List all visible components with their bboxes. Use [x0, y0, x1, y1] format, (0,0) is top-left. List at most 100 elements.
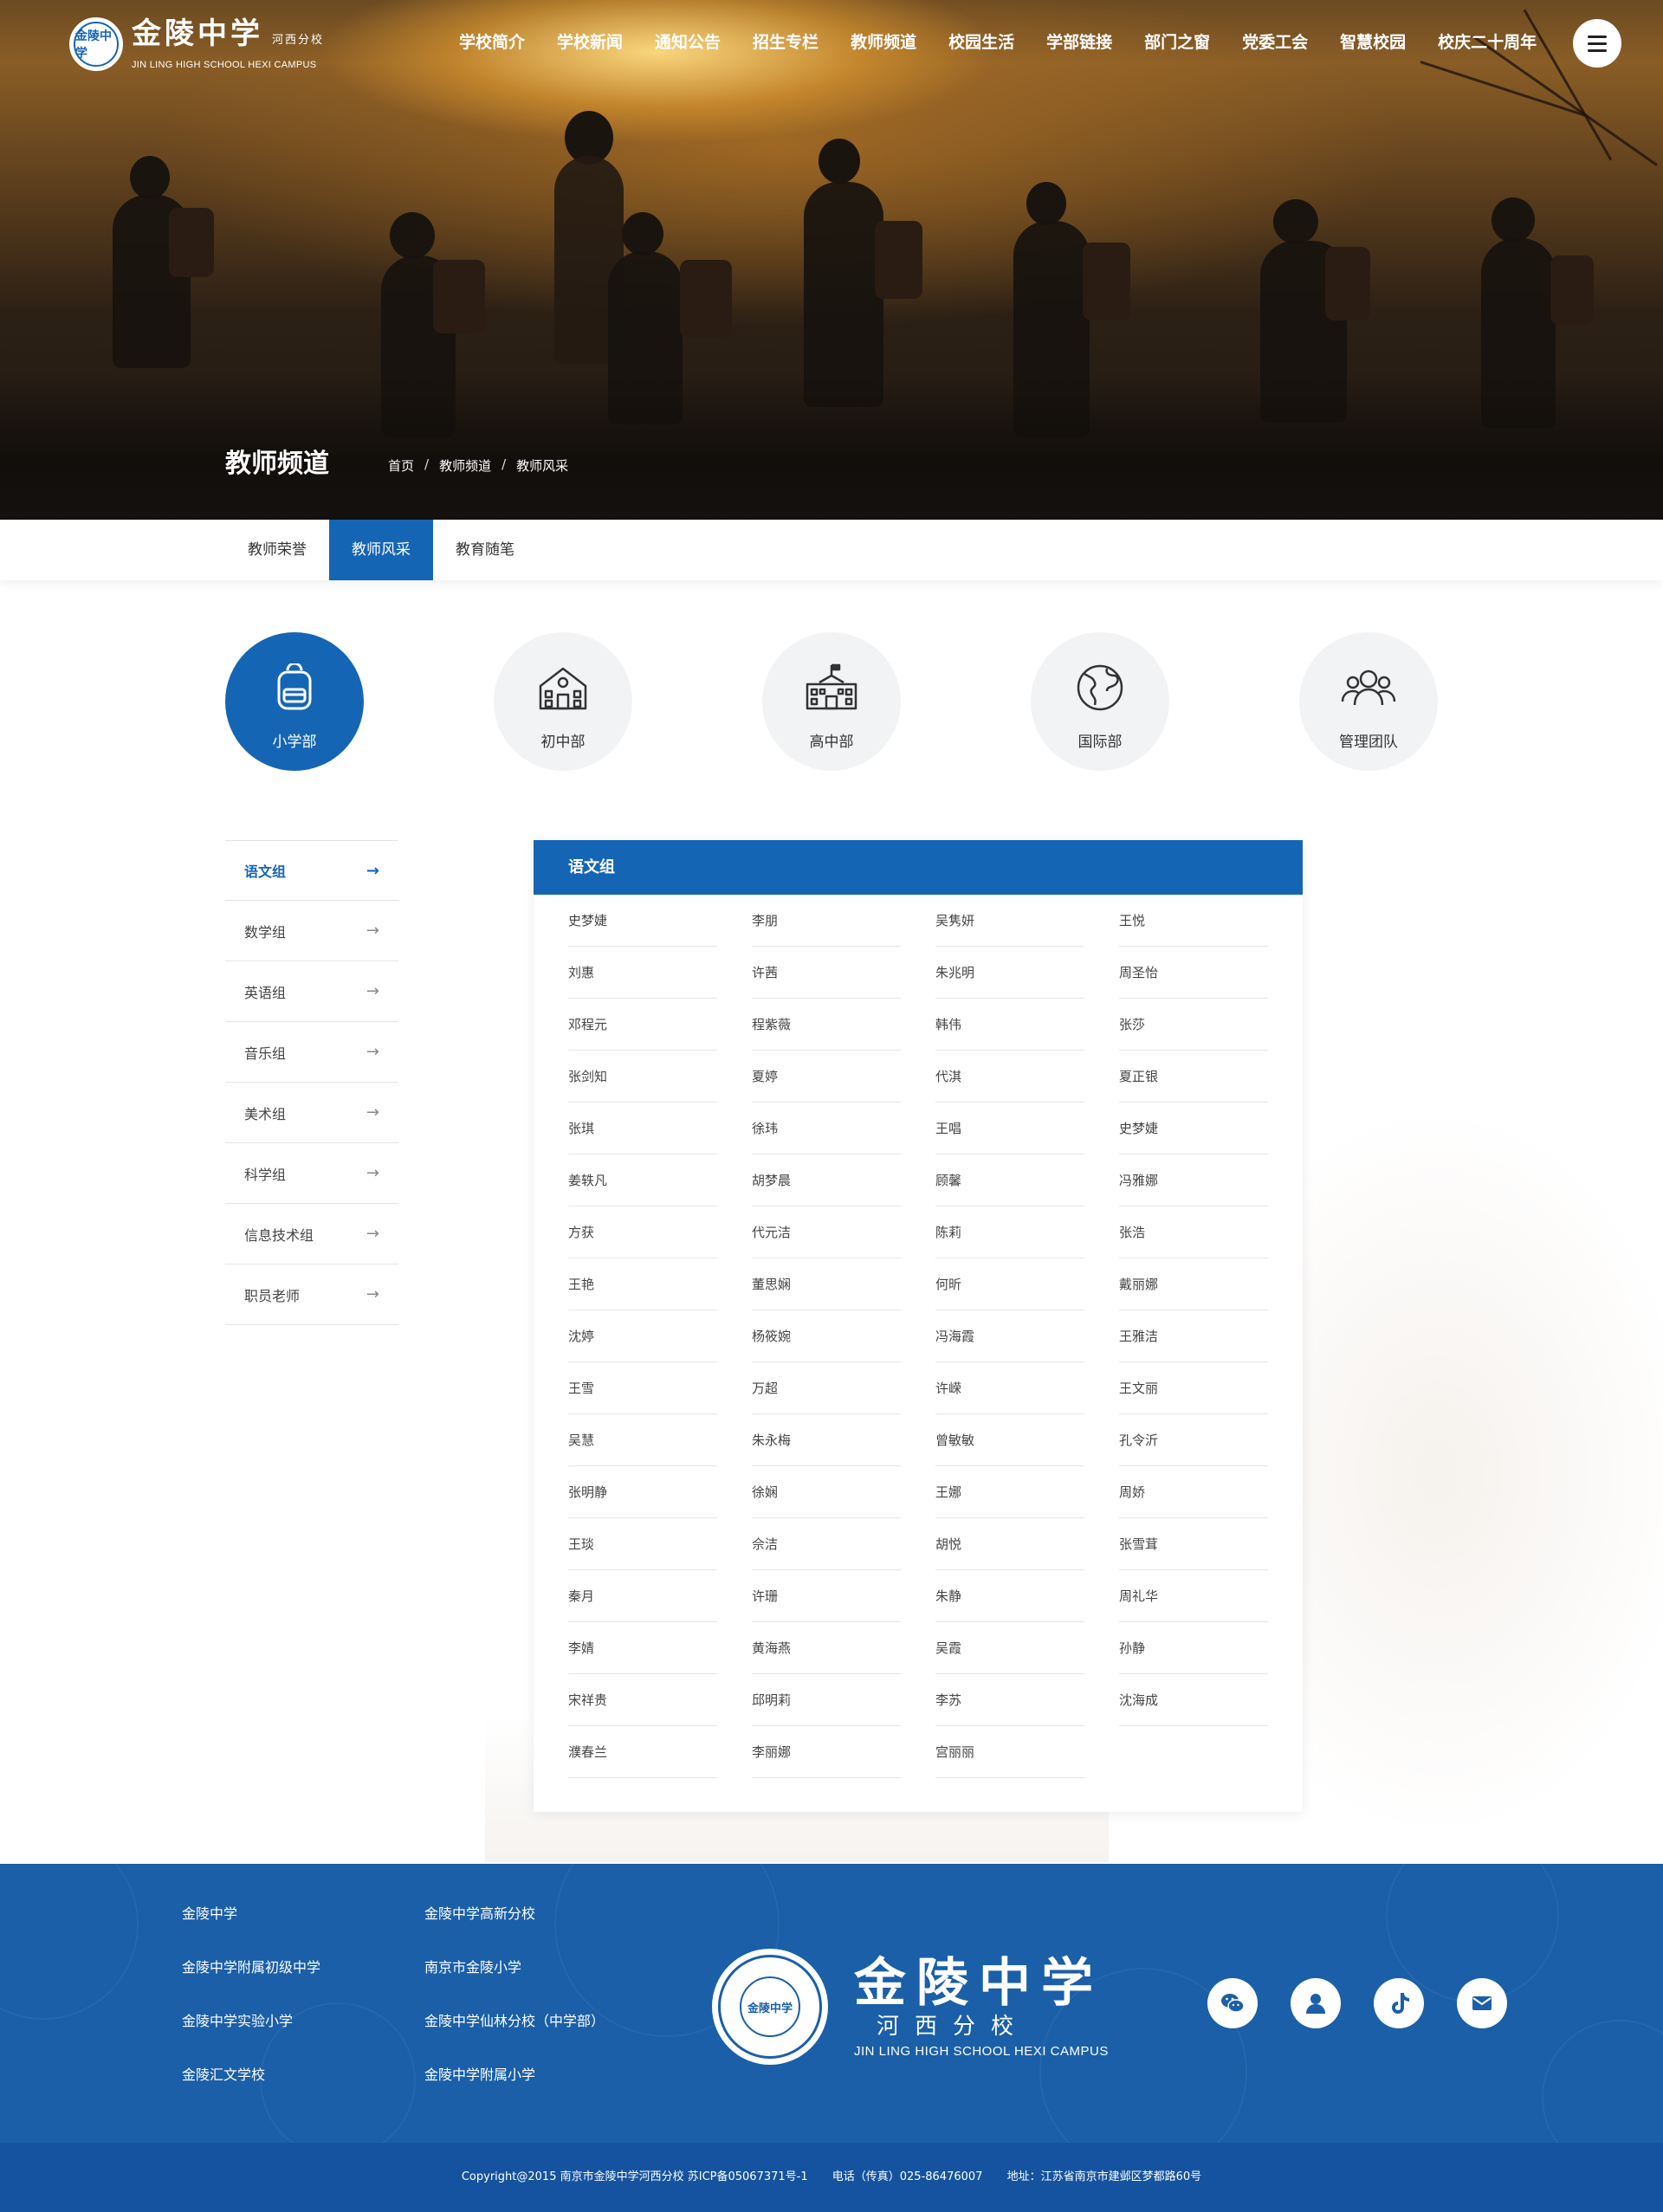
teacher-name[interactable]: 王雅洁	[1119, 1310, 1268, 1362]
teacher-name[interactable]: 朱兆明	[935, 947, 1084, 999]
sidebar-item-science[interactable]: 科学组 →	[225, 1143, 398, 1204]
teacher-name[interactable]: 秦月	[568, 1570, 717, 1622]
mail-icon[interactable]	[1457, 1978, 1507, 2028]
teacher-name[interactable]: 胡悦	[935, 1518, 1084, 1570]
footer-link[interactable]: 金陵汇文学校	[182, 2063, 265, 2084]
sidebar-item-art[interactable]: 美术组 →	[225, 1083, 398, 1143]
tab-education-essays[interactable]: 教育随笔	[433, 520, 537, 580]
teacher-name[interactable]: 黄海燕	[752, 1622, 901, 1674]
teacher-name[interactable]: 胡梦晨	[752, 1155, 901, 1206]
teacher-name[interactable]: 周礼华	[1119, 1570, 1268, 1622]
sidebar-item-english[interactable]: 英语组 →	[225, 961, 398, 1022]
hamburger-menu-icon[interactable]	[1573, 19, 1621, 68]
nav-item[interactable]: 党委工会	[1242, 29, 1308, 53]
teacher-name[interactable]: 史梦婕	[1119, 1103, 1268, 1155]
division-international[interactable]: 国际部	[1031, 632, 1169, 771]
nav-item[interactable]: 学校新闻	[557, 29, 623, 53]
division-primary[interactable]: 小学部	[225, 632, 364, 771]
teacher-name[interactable]: 方获	[568, 1206, 717, 1258]
teacher-name[interactable]: 李朋	[752, 895, 901, 947]
footer-link[interactable]: 金陵中学	[182, 1902, 237, 1923]
tiktok-icon[interactable]	[1374, 1978, 1424, 2028]
teacher-name[interactable]: 朱永梅	[752, 1414, 901, 1466]
wechat-icon[interactable]	[1207, 1978, 1258, 2028]
teacher-name[interactable]: 邱明莉	[752, 1674, 901, 1726]
teacher-name[interactable]: 冯海霞	[935, 1310, 1084, 1362]
teacher-name[interactable]: 孙静	[1119, 1622, 1268, 1674]
school-logo[interactable]: 金陵中学 金陵中学 河西分校 JIN LING HIGH SCHOOL HEXI …	[69, 17, 329, 71]
sidebar-item-music[interactable]: 音乐组 →	[225, 1022, 398, 1083]
teacher-name[interactable]: 顾馨	[935, 1155, 1084, 1206]
teacher-name[interactable]: 王雪	[568, 1362, 717, 1414]
teacher-name[interactable]: 戴丽娜	[1119, 1258, 1268, 1310]
teacher-name[interactable]: 张莎	[1119, 999, 1268, 1051]
teacher-name[interactable]: 夏正银	[1119, 1051, 1268, 1103]
teacher-name[interactable]: 许嵘	[935, 1362, 1084, 1414]
teacher-name[interactable]: 周娇	[1119, 1466, 1268, 1518]
footer-link[interactable]: 金陵中学附属小学	[424, 2063, 535, 2084]
teacher-name[interactable]: 濮春兰	[568, 1726, 717, 1778]
footer-link[interactable]: 南京市金陵小学	[424, 1956, 521, 1976]
teacher-name[interactable]: 周圣怡	[1119, 947, 1268, 999]
sidebar-item-chinese[interactable]: 语文组 →	[225, 840, 398, 901]
nav-item[interactable]: 校庆二十周年	[1438, 29, 1537, 53]
teacher-name[interactable]: 张明静	[568, 1466, 717, 1518]
teacher-name[interactable]: 代元洁	[752, 1206, 901, 1258]
teacher-name[interactable]: 代淇	[935, 1051, 1084, 1103]
division-senior[interactable]: 高中部	[762, 632, 901, 771]
teacher-name[interactable]: 张雪茸	[1119, 1518, 1268, 1570]
footer-link[interactable]: 金陵中学附属初级中学	[182, 1956, 320, 1976]
sidebar-item-it[interactable]: 信息技术组 →	[225, 1204, 398, 1264]
division-management[interactable]: 管理团队	[1299, 632, 1438, 771]
teacher-name[interactable]: 董思娴	[752, 1258, 901, 1310]
user-icon[interactable]	[1291, 1978, 1341, 2028]
nav-item[interactable]: 部门之窗	[1144, 29, 1210, 53]
sidebar-item-staff[interactable]: 职员老师 →	[225, 1264, 398, 1325]
sidebar-item-math[interactable]: 数学组 →	[225, 901, 398, 961]
teacher-name[interactable]: 陈莉	[935, 1206, 1084, 1258]
nav-item[interactable]: 学部链接	[1046, 29, 1112, 53]
footer-link[interactable]: 金陵中学仙林分校（中学部）	[424, 2009, 605, 2030]
teacher-name[interactable]: 王悦	[1119, 895, 1268, 947]
nav-item[interactable]: 学校简介	[459, 29, 525, 53]
teacher-name[interactable]: 李丽娜	[752, 1726, 901, 1778]
teacher-name[interactable]: 李苏	[935, 1674, 1084, 1726]
nav-item[interactable]: 智慧校园	[1340, 29, 1406, 53]
teacher-name[interactable]: 吴霞	[935, 1622, 1084, 1674]
teacher-name[interactable]: 王艳	[568, 1258, 717, 1310]
breadcrumb-item[interactable]: 教师风采	[516, 456, 568, 475]
teacher-name[interactable]: 邓程元	[568, 999, 717, 1051]
teacher-name[interactable]: 吴隽妍	[935, 895, 1084, 947]
nav-item[interactable]: 招生专栏	[753, 29, 819, 53]
teacher-name[interactable]: 李婧	[568, 1622, 717, 1674]
teacher-name[interactable]: 王娜	[935, 1466, 1084, 1518]
teacher-name[interactable]: 曾敏敏	[935, 1414, 1084, 1466]
teacher-name[interactable]: 许茜	[752, 947, 901, 999]
teacher-name[interactable]: 徐玮	[752, 1103, 901, 1155]
teacher-name[interactable]: 王文丽	[1119, 1362, 1268, 1414]
nav-item[interactable]: 校园生活	[948, 29, 1014, 53]
nav-item[interactable]: 教师频道	[851, 29, 916, 53]
teacher-name[interactable]: 佘洁	[752, 1518, 901, 1570]
breadcrumb-item[interactable]: 首页	[388, 456, 414, 475]
teacher-name[interactable]: 刘惠	[568, 947, 717, 999]
footer-link[interactable]: 金陵中学高新分校	[424, 1902, 535, 1923]
teacher-name[interactable]: 许珊	[752, 1570, 901, 1622]
teacher-name[interactable]: 程紫薇	[752, 999, 901, 1051]
teacher-name[interactable]: 王唱	[935, 1103, 1084, 1155]
teacher-name[interactable]: 冯雅娜	[1119, 1155, 1268, 1206]
teacher-name[interactable]: 万超	[752, 1362, 901, 1414]
teacher-name[interactable]: 张浩	[1119, 1206, 1268, 1258]
tab-teacher-honors[interactable]: 教师荣誉	[225, 520, 329, 580]
teacher-name[interactable]: 徐娴	[752, 1466, 901, 1518]
nav-item[interactable]: 通知公告	[655, 29, 721, 53]
teacher-name[interactable]: 朱静	[935, 1570, 1084, 1622]
teacher-name[interactable]: 沈海成	[1119, 1674, 1268, 1726]
teacher-name[interactable]: 韩伟	[935, 999, 1084, 1051]
teacher-name[interactable]: 姜轶凡	[568, 1155, 717, 1206]
teacher-name[interactable]: 杨筱婉	[752, 1310, 901, 1362]
teacher-name[interactable]: 何昕	[935, 1258, 1084, 1310]
teacher-name[interactable]: 张琪	[568, 1103, 717, 1155]
teacher-name[interactable]: 王琰	[568, 1518, 717, 1570]
tab-teacher-style[interactable]: 教师风采	[329, 520, 433, 580]
